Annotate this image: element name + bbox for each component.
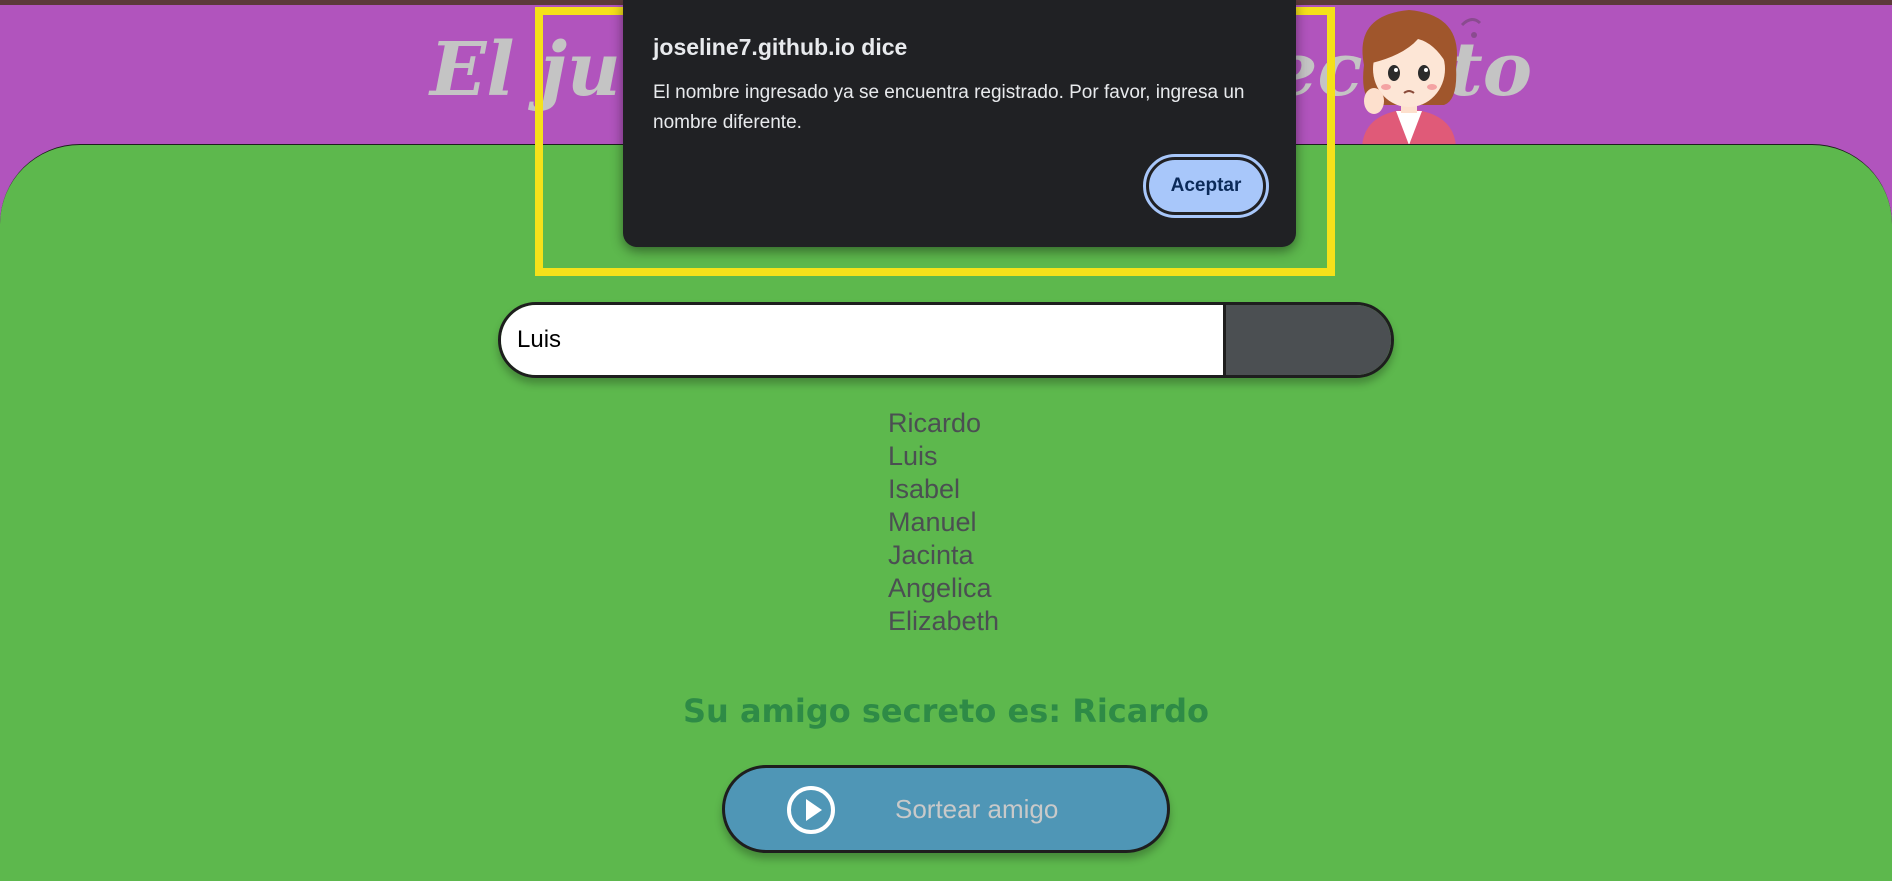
list-item: Angelica <box>888 573 992 603</box>
list-item: Manuel <box>888 507 977 537</box>
name-input[interactable] <box>501 305 1223 375</box>
list-item: Isabel <box>888 474 961 504</box>
thinking-girl-icon <box>1362 10 1482 147</box>
add-button[interactable] <box>1223 305 1391 375</box>
dialog-message: El nombre ingresado ya se encuentra regi… <box>653 82 1245 133</box>
result-text: Su amigo secreto es: Ricardo <box>682 692 1210 730</box>
list-item: Elizabeth <box>888 606 1000 636</box>
draw-friend-button[interactable]: Sortear amigo <box>722 765 1170 853</box>
play-circle-icon <box>787 786 835 834</box>
friends-list: Ricardo Luis Isabel Manuel Jacinta Angel… <box>888 407 999 638</box>
accept-button[interactable]: Aceptar <box>1143 154 1269 218</box>
list-item: Jacinta <box>888 540 974 570</box>
name-input-group <box>498 302 1394 378</box>
alert-dialog: joseline7.github.io dice El nombre ingre… <box>623 0 1296 247</box>
list-item: Luis <box>888 441 938 471</box>
dialog-title: joseline7.github.io dice <box>653 34 908 60</box>
list-item: Ricardo <box>888 408 982 438</box>
draw-button-label: Sortear amigo <box>895 794 1059 824</box>
